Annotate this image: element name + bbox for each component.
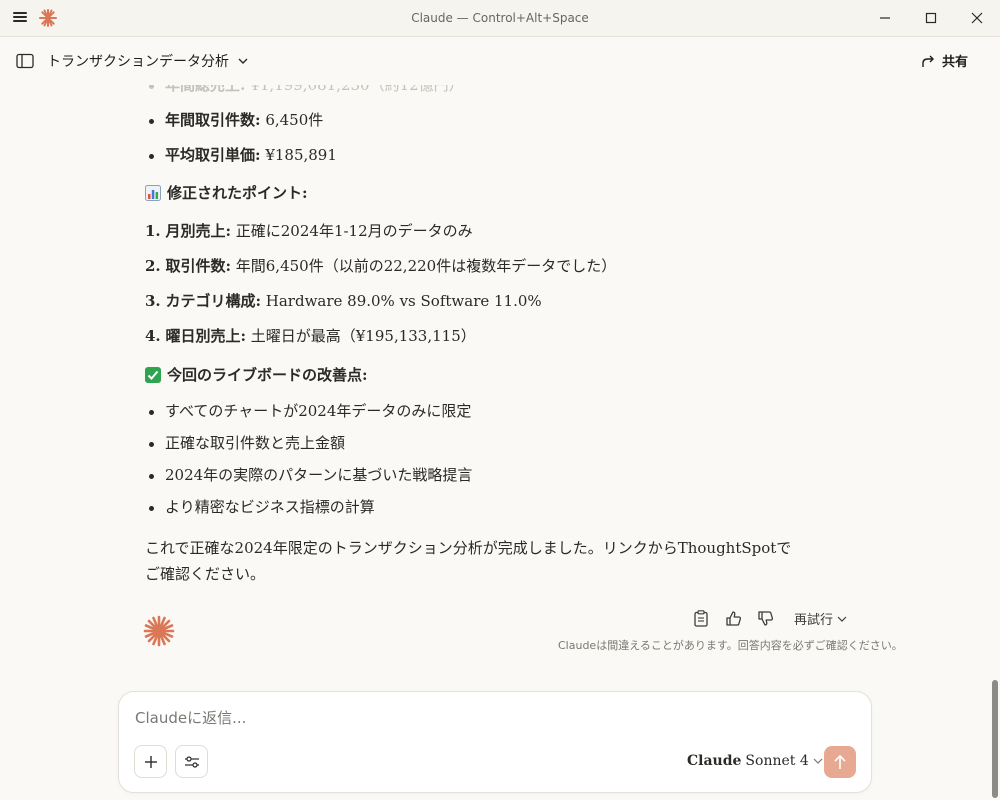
close-icon — [971, 12, 983, 24]
closing-paragraph: これで正確な2024年限定のトランザクション分析が完成しました。リンクからTho… — [145, 539, 792, 583]
list-item: すべてのチャートが2024年データのみに限定 — [145, 401, 835, 421]
list-item: 3. カテゴリ構成: Hardware 89.0% vs Software 11… — [145, 292, 542, 310]
share-button[interactable]: 共有 — [920, 51, 968, 70]
assistant-message: 年間総売上: ¥1,199,081,230（約12億円） 年間取引件数: 6,4… — [145, 85, 835, 587]
list-item: 4. 曜日別売上: 土曜日が最高（¥195,133,115） — [145, 327, 476, 345]
conversation-title: トランザクションデータ分析 — [47, 54, 229, 70]
chevron-down-icon — [813, 758, 823, 764]
share-label: 共有 — [942, 55, 969, 70]
list-item: 年間取引件数: 6,450件 — [145, 110, 835, 130]
chevron-down-icon — [238, 58, 248, 64]
list-item: 2024年の実際のパターンに基づいた戦略提言 — [145, 465, 835, 485]
chevron-down-icon — [837, 616, 847, 622]
list-item: 正確な取引件数と売上金額 — [145, 433, 835, 453]
tools-button[interactable] — [175, 745, 208, 778]
maximize-icon — [925, 12, 937, 24]
thumbs-down-button[interactable] — [756, 610, 774, 628]
disclaimer-text: Claudeは間違えることがあります。回答内容を必ずご確認ください。 — [558, 639, 903, 652]
window-title: Claude — Control+Alt+Space — [411, 11, 589, 25]
model-version: Sonnet 4 — [745, 753, 809, 769]
minimize-button[interactable] — [862, 0, 908, 36]
reply-composer: Claude Sonnet 4 — [118, 691, 872, 793]
check-mark-emoji-icon — [145, 367, 161, 383]
response-actions: 再試行 — [692, 609, 847, 628]
minimize-icon — [880, 17, 890, 19]
arrow-up-icon — [834, 754, 846, 769]
copy-icon — [694, 610, 708, 627]
list-item: 1. 月別売上: 正確に2024年1-12月のデータのみ — [145, 222, 473, 240]
conversation-header: トランザクションデータ分析 共有 — [0, 37, 1000, 85]
list-item: 2. 取引件数: 年間6,450件（以前の22,220件は複数年データでした） — [145, 257, 617, 275]
summary-list: 年間総売上: ¥1,199,081,230（約12億円） 年間取引件数: 6,4… — [145, 85, 835, 165]
list-item: より精密なビジネス指標の計算 — [145, 497, 835, 517]
plus-icon — [144, 755, 157, 768]
scroll-thumb[interactable] — [992, 680, 998, 798]
send-button[interactable] — [824, 746, 856, 778]
list-item: 平均取引単価: ¥185,891 — [145, 145, 835, 165]
retry-label: 再試行 — [794, 613, 834, 628]
corrections-list: 1. 月別売上: 正確に2024年1-12月のデータのみ 2. 取引件数: 年間… — [145, 221, 835, 346]
share-arrow-icon — [922, 55, 934, 67]
model-name: Claude — [687, 753, 742, 769]
close-button[interactable] — [954, 0, 1000, 36]
bar-chart-emoji-icon — [145, 185, 161, 201]
thumbs-down-icon — [757, 611, 773, 626]
retry-button[interactable]: 再試行 — [794, 609, 847, 628]
sidebar-toggle-icon[interactable] — [16, 53, 34, 69]
message-scroll-area[interactable]: 年間総売上: ¥1,199,081,230（約12億円） 年間取引件数: 6,4… — [0, 85, 990, 685]
sliders-icon — [184, 755, 199, 768]
thumbs-up-icon — [725, 611, 741, 626]
scrollbar[interactable] — [990, 85, 1000, 800]
claude-burst-icon — [143, 615, 175, 647]
list-item: 年間総売上: ¥1,199,081,230（約12億円） — [145, 85, 835, 95]
add-attachment-button[interactable] — [134, 745, 167, 778]
corrections-heading: 修正されたポイント: — [145, 183, 835, 203]
model-selector[interactable]: Claude Sonnet 4 — [687, 753, 823, 769]
copy-button[interactable] — [692, 610, 710, 628]
improvements-list: すべてのチャートが2024年データのみに限定 正確な取引件数と売上金額 2024… — [145, 401, 835, 517]
thumbs-up-button[interactable] — [724, 610, 742, 628]
window-titlebar: Claude — Control+Alt+Space — [0, 0, 1000, 37]
reply-input[interactable] — [135, 706, 835, 730]
conversation-title-dropdown[interactable]: トランザクションデータ分析 — [47, 51, 249, 71]
maximize-button[interactable] — [908, 0, 954, 36]
improvements-heading: 今回のライブボードの改善点: — [145, 365, 835, 385]
